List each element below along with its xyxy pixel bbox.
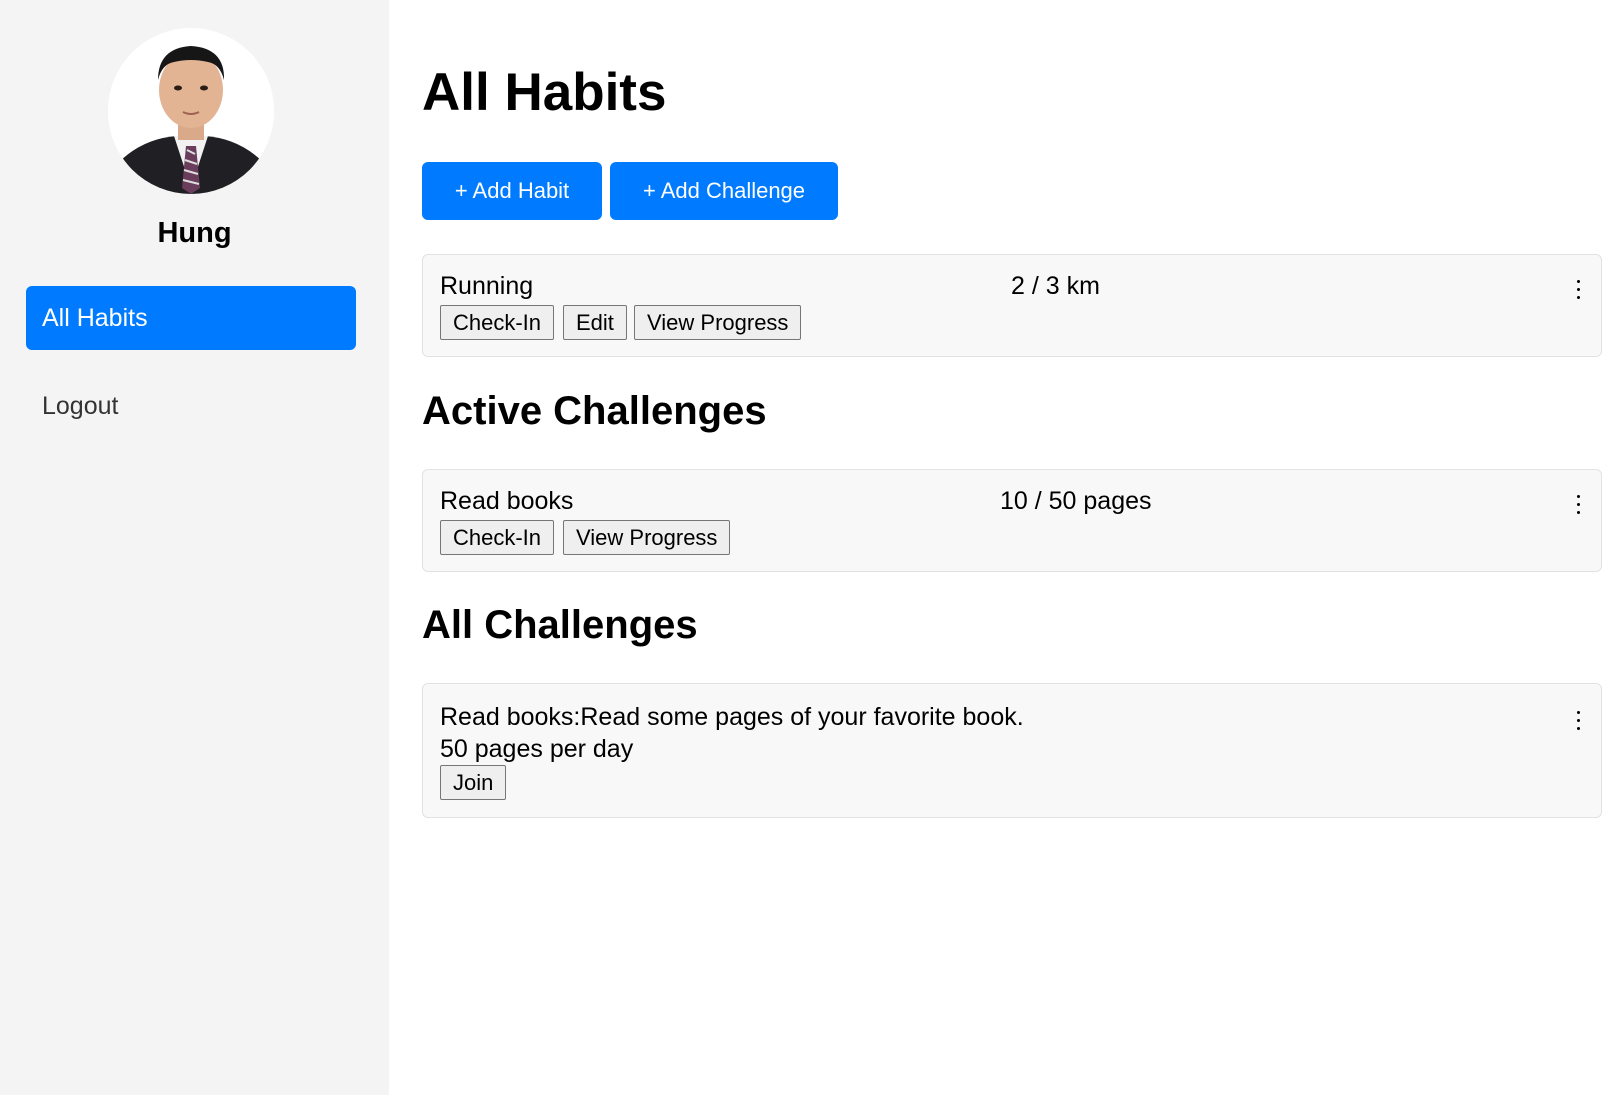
edit-button[interactable]: Edit — [563, 305, 627, 340]
view-progress-button[interactable]: View Progress — [634, 305, 802, 340]
add-habit-button[interactable]: + Add Habit — [422, 162, 602, 220]
more-options-icon[interactable] — [1573, 708, 1583, 732]
challenge-name: Read books — [440, 487, 574, 515]
page-title: All Habits — [422, 63, 667, 122]
all-challenges-heading: All Challenges — [422, 603, 698, 647]
more-options-icon[interactable] — [1573, 492, 1583, 516]
challenge-card: Read books 10 / 50 pages Check-In View P… — [422, 469, 1602, 572]
check-in-button[interactable]: Check-In — [440, 520, 555, 555]
view-progress-button[interactable]: View Progress — [563, 520, 731, 555]
sidebar-item-logout[interactable]: Logout — [26, 374, 356, 438]
more-options-icon[interactable] — [1573, 277, 1583, 301]
challenge-description: Read books:Read some pages of your favor… — [440, 703, 1024, 731]
habit-name: Running — [440, 272, 534, 300]
add-challenge-button[interactable]: + Add Challenge — [610, 162, 838, 220]
active-challenges-heading: Active Challenges — [422, 389, 767, 433]
challenge-list-item: Read books:Read some pages of your favor… — [422, 683, 1602, 818]
challenge-target: 50 pages per day — [440, 735, 634, 763]
sidebar: Hung All Habits Logout — [0, 0, 389, 1095]
join-button[interactable]: Join — [440, 765, 507, 800]
check-in-button[interactable]: Check-In — [440, 305, 555, 340]
avatar — [108, 28, 274, 194]
habit-card: Running 2 / 3 km Check-In Edit View Prog… — [422, 254, 1602, 357]
sidebar-item-all-habits[interactable]: All Habits — [26, 286, 356, 350]
user-photo-icon — [108, 28, 274, 194]
user-name: Hung — [157, 217, 232, 249]
challenge-progress: 10 / 50 pages — [1000, 487, 1152, 515]
habit-progress: 2 / 3 km — [1011, 272, 1100, 300]
